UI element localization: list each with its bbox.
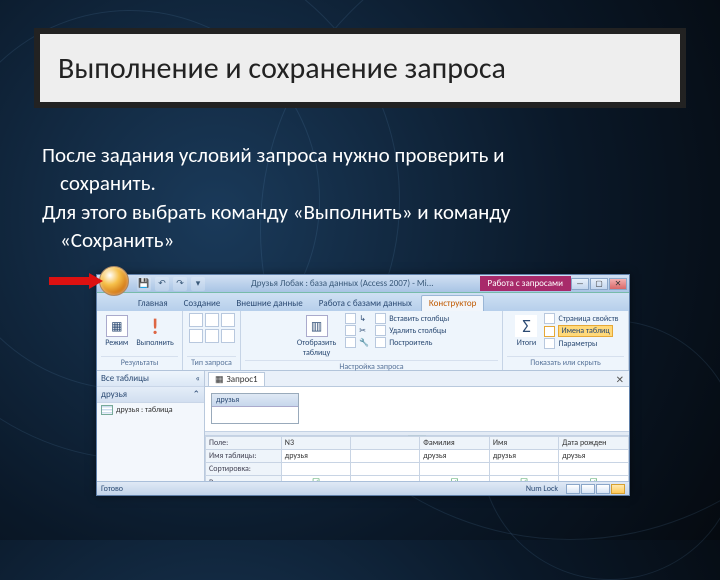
property-sheet-button[interactable]: Страница свойств bbox=[544, 313, 618, 324]
status-left: Готово bbox=[101, 484, 123, 494]
insert-cols-button[interactable]: Вставить столбцы bbox=[375, 313, 449, 324]
ribbon-tabs: Главная Создание Внешние данные Работа с… bbox=[97, 293, 629, 311]
tab-home[interactable]: Главная bbox=[131, 296, 175, 311]
chevron-up-icon: ⌃ bbox=[192, 389, 200, 400]
query-designer: ▦ Запрос1 ✕ друзья ⋯⋯⋯ Поле: N3 ФамилияИ… bbox=[205, 371, 629, 481]
save-icon[interactable]: 💾 bbox=[137, 277, 151, 291]
callout-arrow-icon bbox=[49, 273, 105, 289]
table-pane[interactable]: друзья bbox=[205, 387, 629, 431]
undo-icon[interactable]: ↶ bbox=[155, 277, 169, 291]
datasheet-view-icon: ▦ bbox=[106, 315, 128, 337]
query-icon: ▦ bbox=[215, 374, 224, 385]
close-tab-button[interactable]: ✕ bbox=[611, 371, 629, 386]
show-table-icon: ▥ bbox=[306, 315, 328, 337]
nav-category[interactable]: друзья ⌃ bbox=[97, 387, 204, 403]
qat-dropdown-icon[interactable]: ▾ bbox=[191, 277, 205, 291]
tab-external[interactable]: Внешние данные bbox=[229, 296, 309, 311]
design-grid[interactable]: Поле: N3 ФамилияИмя Дата рожден Имя табл… bbox=[205, 436, 629, 481]
close-button[interactable]: ✕ bbox=[609, 278, 627, 290]
slide-title-box: Выполнение и сохранение запроса bbox=[34, 28, 686, 108]
builder-button[interactable]: 🔧 bbox=[345, 337, 369, 348]
window-caption: Друзья Лобак : база данных (Access 2007)… bbox=[205, 278, 480, 289]
view-datasheet-button[interactable] bbox=[566, 484, 580, 494]
view-sql-button[interactable] bbox=[581, 484, 595, 494]
context-tab-label: Работа с запросами bbox=[480, 276, 571, 291]
tab-design[interactable]: Конструктор bbox=[421, 295, 484, 311]
access-window: 💾 ↶ ↷ ▾ Друзья Лобак : база данных (Acce… bbox=[96, 274, 630, 496]
slide-title: Выполнение и сохранение запроса bbox=[58, 50, 506, 87]
show-table-button[interactable]: ▥ Отобразить таблицу bbox=[294, 313, 339, 360]
redo-icon[interactable]: ↷ bbox=[173, 277, 187, 291]
delete-rows-button[interactable]: ✂ bbox=[345, 325, 369, 336]
view-button[interactable]: ▦ Режим bbox=[102, 313, 131, 350]
quick-access-toolbar: 💾 ↶ ↷ ▾ bbox=[137, 277, 205, 291]
group-label-showhide: Показать или скрыть bbox=[507, 356, 624, 370]
run-icon: ! bbox=[144, 315, 166, 337]
view-design-button[interactable] bbox=[611, 484, 625, 494]
return-button[interactable]: Построитель bbox=[375, 337, 449, 348]
run-button[interactable]: ! Выполнить bbox=[133, 313, 176, 350]
totals-button[interactable]: Σ Итоги bbox=[512, 313, 540, 350]
parameters-button[interactable]: Параметры bbox=[544, 338, 618, 349]
group-label-results: Результаты bbox=[101, 356, 178, 370]
status-bar: Готово Num Lock bbox=[97, 481, 629, 495]
query-tab[interactable]: ▦ Запрос1 bbox=[208, 372, 265, 386]
table-icon bbox=[101, 405, 113, 415]
view-switcher bbox=[566, 484, 625, 494]
nav-header[interactable]: Все таблицы « bbox=[97, 371, 204, 387]
minimize-button[interactable]: — bbox=[571, 278, 589, 290]
navigation-pane: Все таблицы « друзья ⌃ друзья : таблица bbox=[97, 371, 205, 481]
sigma-icon: Σ bbox=[515, 315, 537, 337]
table-names-button[interactable]: Имена таблиц bbox=[544, 325, 618, 337]
group-label-setup: Настройка запроса bbox=[245, 360, 498, 374]
query-type-icons[interactable] bbox=[189, 313, 235, 343]
maximize-button[interactable]: ▢ bbox=[590, 278, 608, 290]
insert-rows-button[interactable]: ↳ bbox=[345, 313, 369, 324]
slide-body: После задания условий запроса нужно пров… bbox=[42, 142, 678, 255]
tab-create[interactable]: Создание bbox=[177, 296, 228, 311]
group-label-querytype: Тип запроса bbox=[187, 356, 236, 370]
field-list[interactable]: друзья bbox=[211, 393, 299, 424]
nav-item-table[interactable]: друзья : таблица bbox=[97, 403, 204, 417]
tab-dbtools[interactable]: Работа с базами данных bbox=[312, 296, 419, 311]
delete-cols-button[interactable]: Удалить столбцы bbox=[375, 325, 449, 336]
chevron-left-icon[interactable]: « bbox=[195, 373, 200, 384]
status-numlock: Num Lock bbox=[526, 484, 558, 494]
window-titlebar: 💾 ↶ ↷ ▾ Друзья Лобак : база данных (Acce… bbox=[97, 275, 629, 293]
view-pivot-button[interactable] bbox=[596, 484, 610, 494]
ribbon: ▦ Режим ! Выполнить Результаты Тип запро… bbox=[97, 311, 629, 371]
